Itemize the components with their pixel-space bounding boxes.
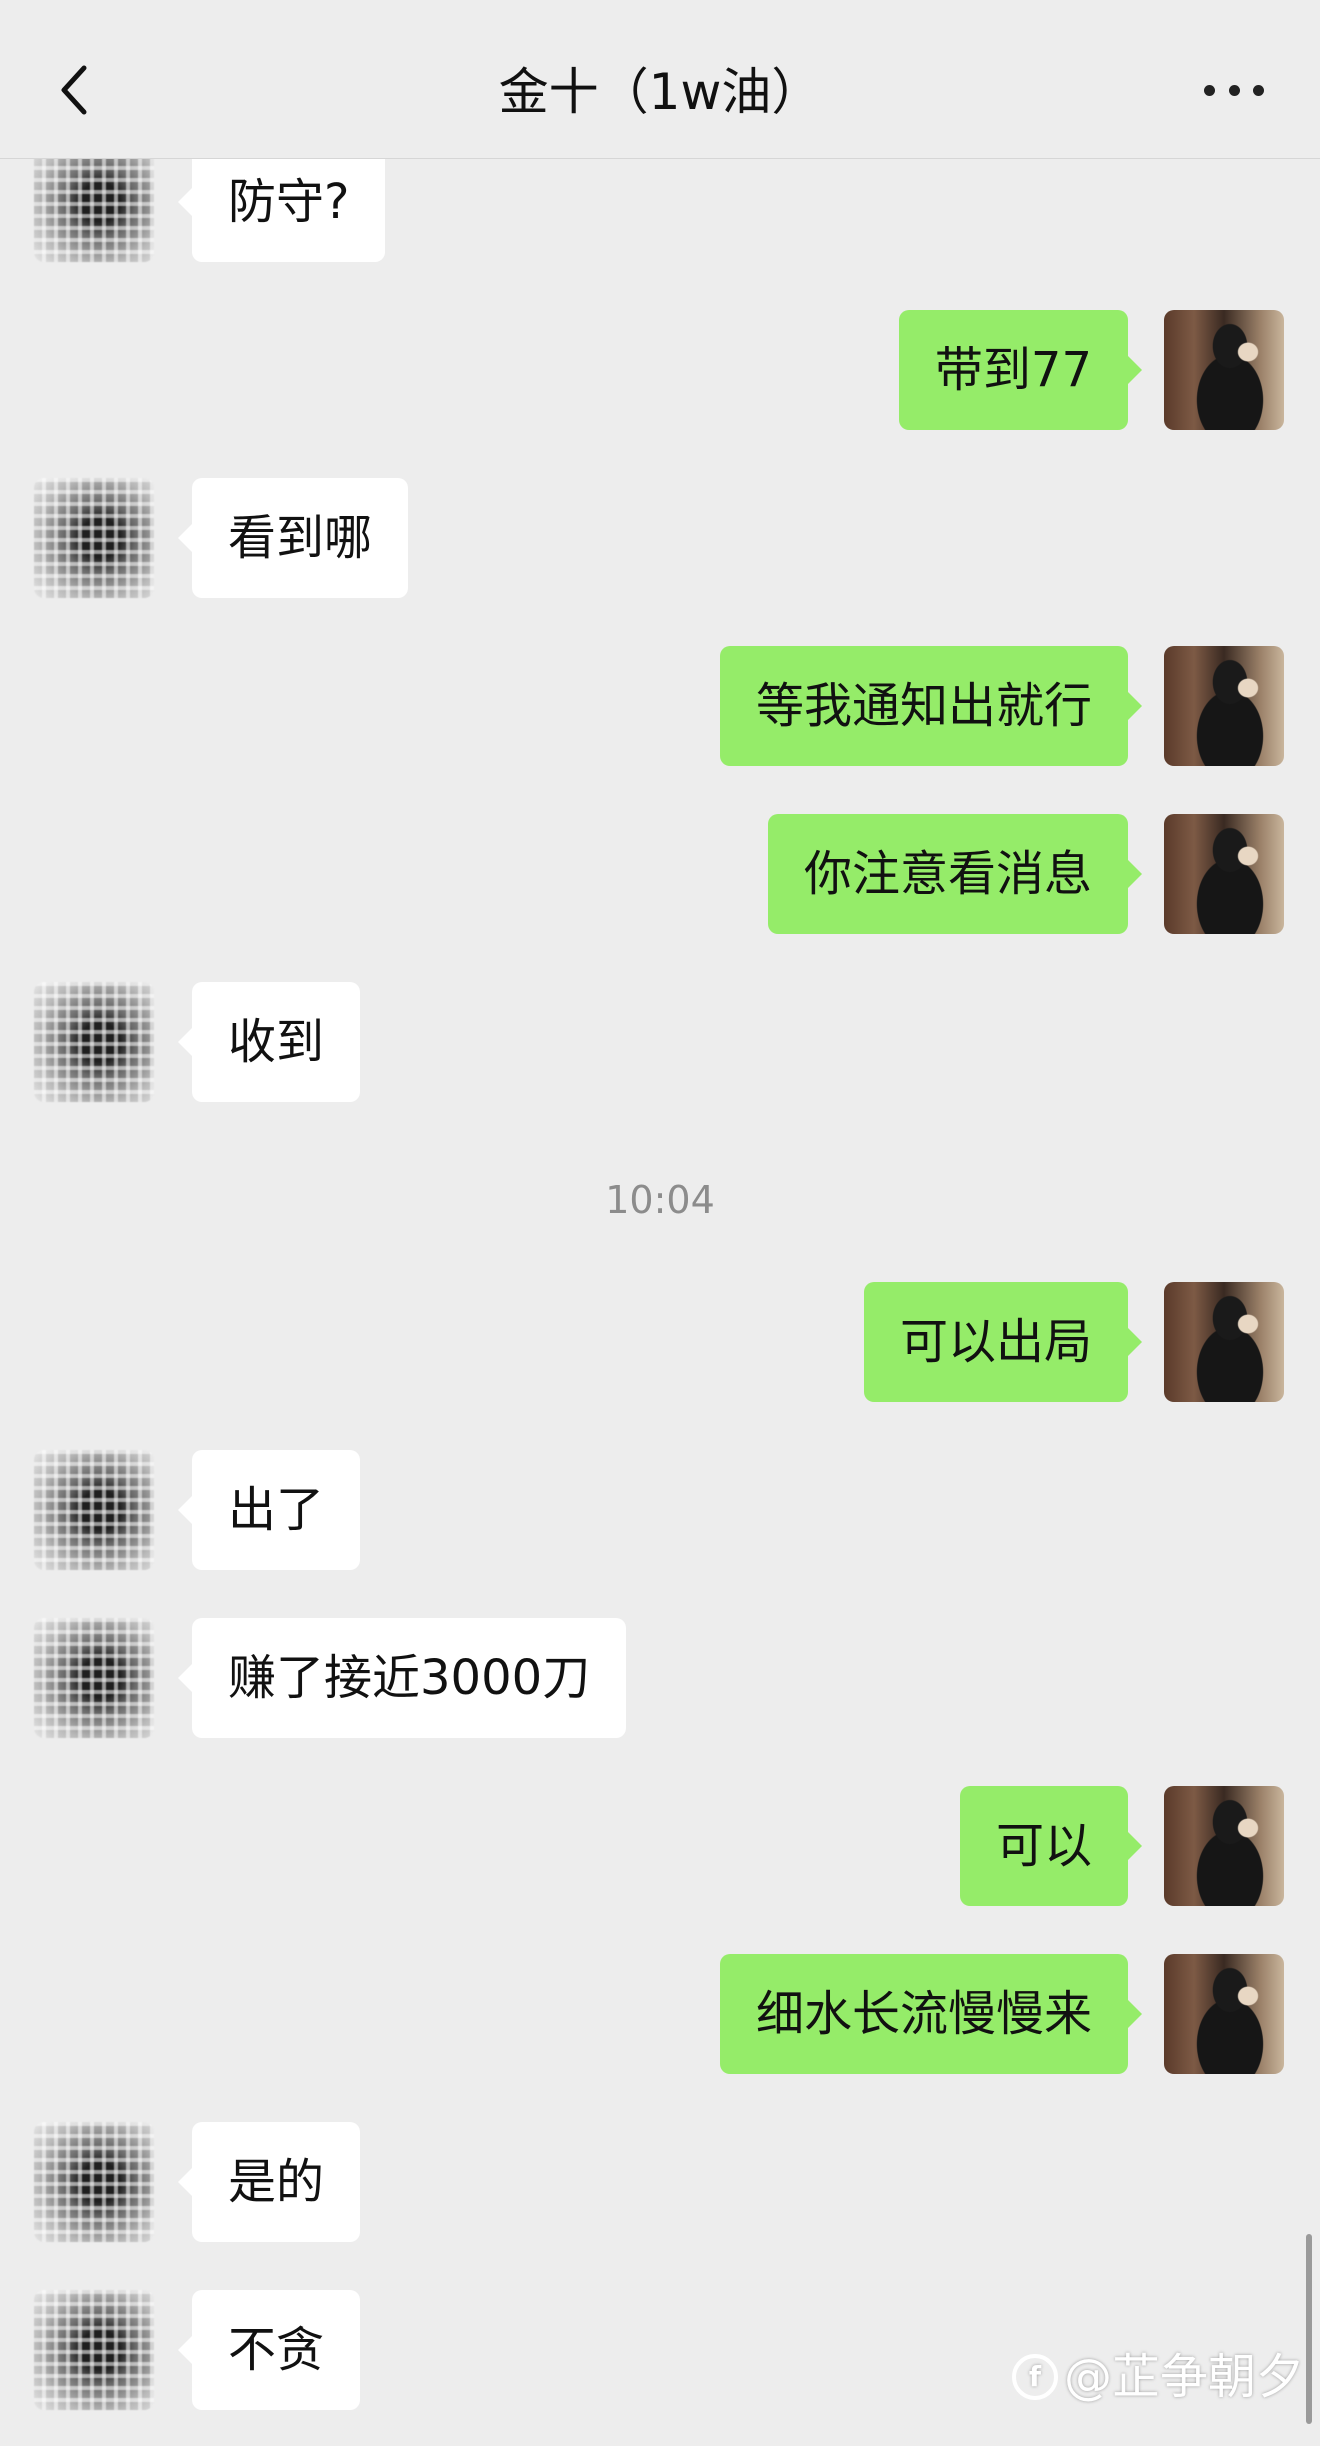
- message-bubble-outgoing[interactable]: 可以: [959, 1786, 1143, 1906]
- message-bubble-outgoing[interactable]: 细水长流慢慢来: [719, 1954, 1143, 2074]
- message-bubble-incoming[interactable]: 收到: [177, 982, 361, 1102]
- my-avatar[interactable]: [1164, 310, 1284, 430]
- more-dots-icon: [1253, 84, 1264, 96]
- watermark: f @芷争朝夕: [1011, 2342, 1304, 2412]
- message-timestamp: 10:04: [605, 1178, 715, 1222]
- chat-header: 金十（1w油）: [0, 0, 1320, 159]
- more-dots-icon: [1228, 84, 1240, 96]
- message-bubble-incoming[interactable]: 赚了接近3000刀: [177, 1618, 627, 1738]
- platform-logo-icon: f: [1011, 2354, 1058, 2400]
- chat-title: 金十（1w油）: [498, 63, 822, 121]
- contact-avatar[interactable]: [34, 982, 154, 1102]
- message-bubble-incoming[interactable]: 看到哪: [177, 478, 409, 598]
- more-dots-icon: [1204, 84, 1215, 96]
- message-bubble-incoming[interactable]: 防守?: [177, 142, 386, 262]
- contact-avatar[interactable]: [34, 142, 154, 262]
- contact-avatar[interactable]: [34, 478, 154, 598]
- message-bubble-incoming[interactable]: 出了: [177, 1450, 361, 1570]
- contact-avatar[interactable]: [34, 2290, 154, 2410]
- message-bubble-incoming[interactable]: 不贪: [177, 2290, 361, 2410]
- my-avatar[interactable]: [1164, 814, 1284, 934]
- contact-avatar[interactable]: [34, 2122, 154, 2242]
- message-bubble-outgoing[interactable]: 带到77: [898, 310, 1143, 430]
- message-bubble-outgoing[interactable]: 等我通知出就行: [719, 646, 1143, 766]
- watermark-text: @芷争朝夕: [1063, 2349, 1304, 2405]
- more-button[interactable]: [1204, 82, 1264, 98]
- contact-avatar[interactable]: [34, 1618, 154, 1738]
- message-bubble-outgoing[interactable]: 你注意看消息: [767, 814, 1143, 934]
- my-avatar[interactable]: [1164, 1786, 1284, 1906]
- message-bubble-incoming[interactable]: 是的: [177, 2122, 361, 2242]
- my-avatar[interactable]: [1164, 1954, 1284, 2074]
- contact-avatar[interactable]: [34, 1450, 154, 1570]
- message-bubble-outgoing[interactable]: 可以出局: [863, 1282, 1143, 1402]
- my-avatar[interactable]: [1164, 1282, 1284, 1402]
- my-avatar[interactable]: [1164, 646, 1284, 766]
- scrollbar[interactable]: [1306, 2234, 1312, 2424]
